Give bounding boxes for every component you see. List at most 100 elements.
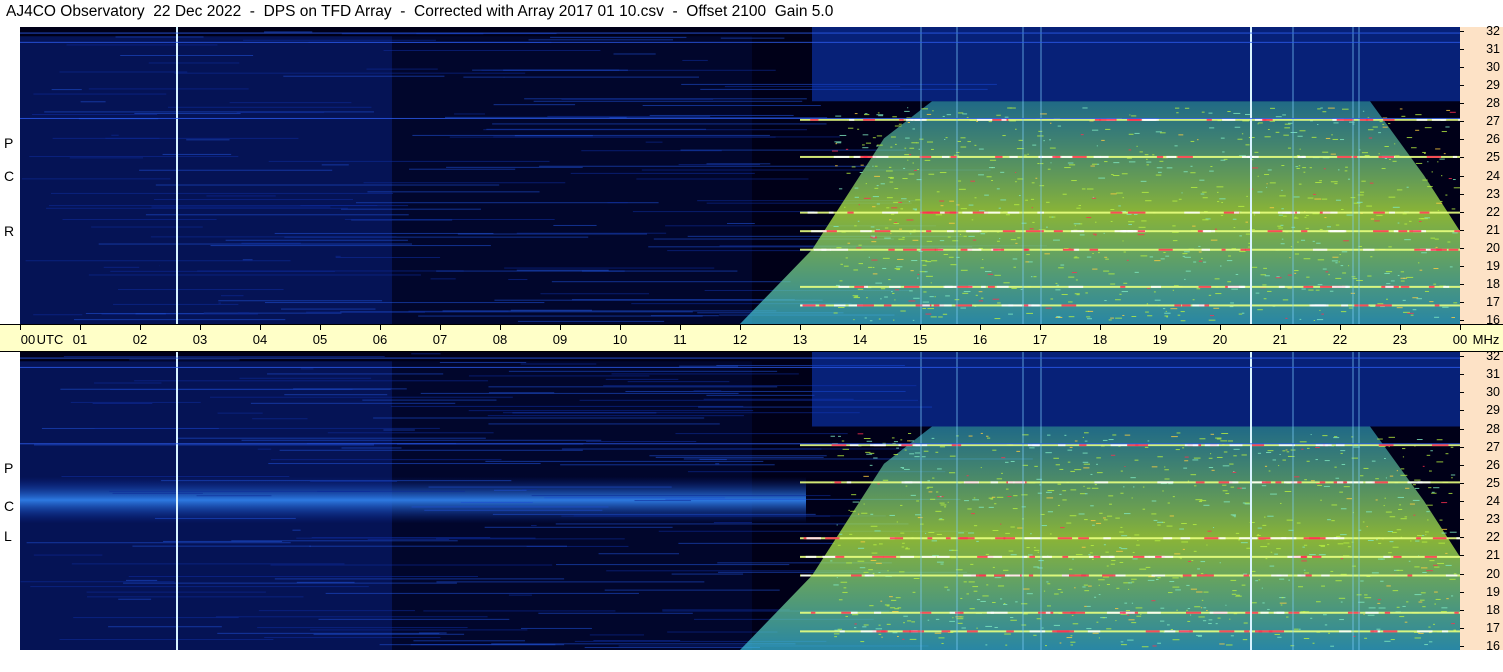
signal-speckle [1363,467,1369,469]
freq-tick-mark [1460,537,1464,539]
signal-speckle [1064,434,1067,436]
time-tick-mark [1220,325,1221,330]
band-peak [1061,304,1077,307]
signal-speckle [1010,526,1015,528]
band-peak [839,630,845,633]
signal-speckle [1105,258,1109,260]
freq-tick-label: 20 [1486,240,1500,255]
signal-speckle [980,233,986,235]
signal-speckle [912,162,914,164]
signal-speckle [1298,586,1303,588]
signal-speckle [1237,487,1242,489]
signal-speckle [905,547,909,549]
signal-speckle [890,176,892,178]
band-peak [1303,537,1321,540]
signal-speckle [1094,596,1097,598]
signal-speckle [1376,539,1378,541]
signal-speckle [924,159,931,161]
signal-speckle [872,196,879,198]
signal-speckle [1111,174,1114,176]
signal-speckle [1111,560,1116,562]
signal-speckle [868,266,873,268]
signal-speckle [999,238,1001,240]
signal-speckle [939,502,945,504]
signal-speckle [1434,603,1436,605]
noise-line [675,433,848,435]
signal-speckle [985,435,989,437]
band-peak [838,285,850,288]
signal-speckle [1053,239,1060,241]
signal-speckle [871,241,877,243]
signal-speckle [1089,552,1093,554]
signal-speckle [893,223,899,225]
signal-speckle [909,453,915,455]
signal-speckle [1000,523,1002,525]
noise-line [241,439,602,441]
signal-speckle [1371,460,1376,462]
signal-speckle [890,233,892,235]
time-tick-label: 18 [1092,332,1108,347]
signal-speckle [934,296,936,298]
signal-speckle [865,142,872,144]
rcp-freq-axis: 16 17 18 19 20 21 22 23 24 25 26 27 28 29 30 31 32 [1460,25,1503,326]
signal-speckle [1227,281,1232,283]
signal-speckle [1151,500,1157,502]
signal-speckle [1450,474,1456,476]
noise-line [88,88,249,90]
signal-speckle [1232,590,1237,592]
signal-speckle [1134,132,1140,134]
signal-speckle [1330,570,1334,572]
signal-speckle [1147,440,1150,442]
band-peak [1202,230,1211,233]
signal-speckle [1120,644,1127,646]
band-peak [1243,574,1250,577]
noise-line [236,112,325,114]
signal-speckle [1159,132,1166,134]
signal-speckle [1030,198,1035,200]
signal-speckle [1046,497,1054,499]
noise-line [225,239,408,241]
noise-line [340,311,693,313]
signal-speckle [1190,165,1193,167]
signal-speckle [1192,459,1199,461]
signal-speckle [921,456,926,458]
signal-speckle [960,269,968,271]
signal-speckle [1400,518,1407,520]
signal-speckle [843,265,849,267]
signal-speckle [1416,298,1422,300]
signal-speckle [1424,531,1429,533]
signal-speckle [980,467,982,469]
noise-line [296,581,355,583]
vertical-streak [1352,352,1354,650]
band-peak [981,285,986,288]
signal-speckle [1319,309,1321,311]
signal-speckle [1386,298,1388,300]
signal-speckle [1409,503,1415,505]
signal-speckle [1147,579,1155,581]
signal-speckle [952,617,954,619]
signal-speckle [1120,526,1123,528]
signal-speckle [1029,228,1034,230]
signal-speckle [1124,434,1131,436]
signal-speckle [836,247,842,249]
signal-speckle [1126,259,1129,261]
band-peak [966,630,978,633]
signal-speckle [927,486,934,488]
time-tick-mark [260,325,261,330]
signal-speckle [1062,499,1067,501]
signal-speckle [1428,487,1432,489]
noise-line [493,104,576,106]
time-tick-mark [1400,325,1401,330]
signal-speckle [1404,239,1411,241]
band-peak [1301,230,1308,233]
signal-speckle [1335,277,1342,279]
signal-speckle [928,532,935,534]
vertical-streak [1022,27,1024,324]
vertical-streak [1292,352,1294,650]
signal-speckle [890,607,896,609]
signal-speckle [1183,467,1188,469]
band-peak [1147,611,1161,614]
signal-speckle [1197,635,1202,637]
noise-line [268,160,550,162]
band-peak [1431,118,1447,121]
